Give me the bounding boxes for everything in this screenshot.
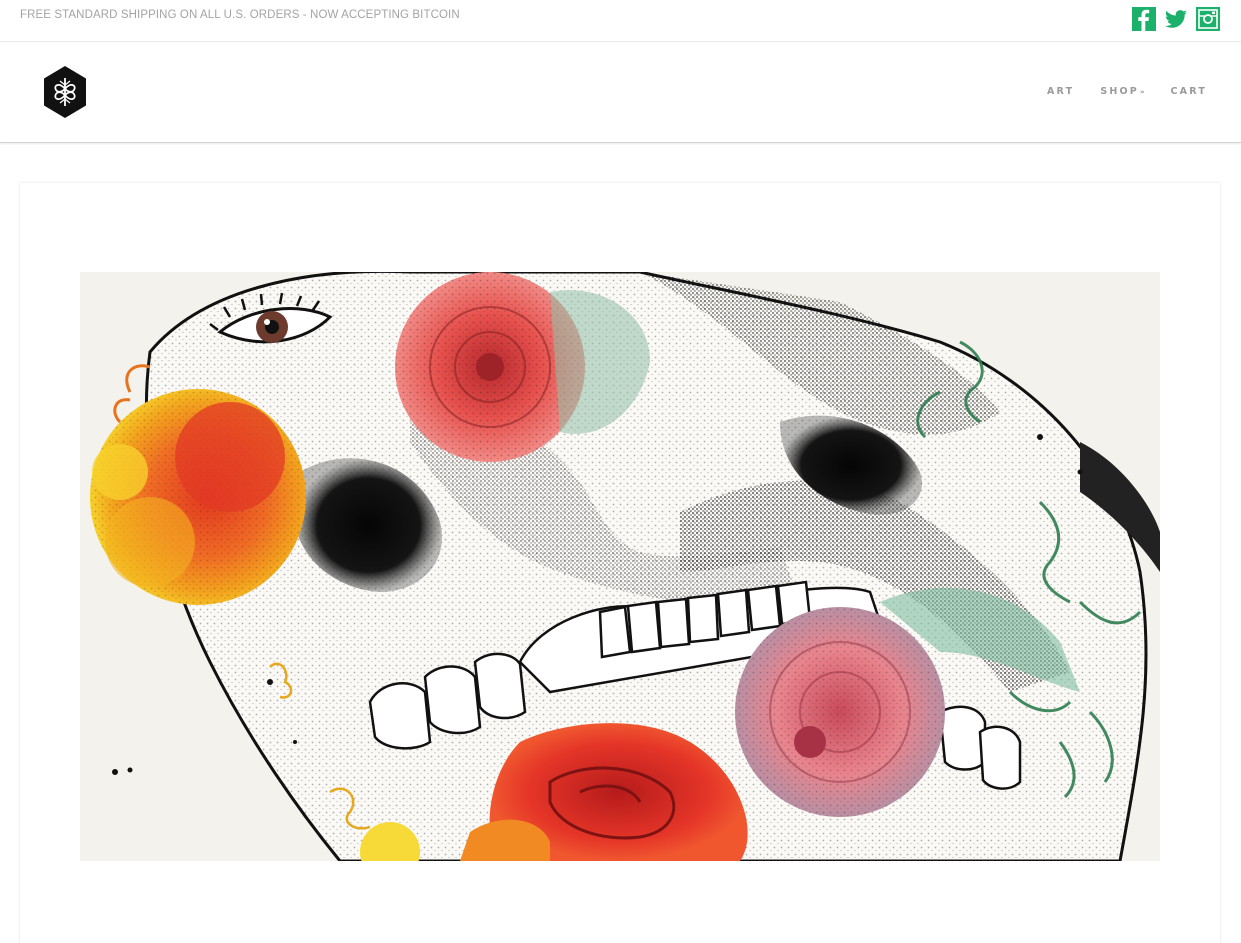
nav-item-shop[interactable]: SHOP» [1100, 86, 1144, 97]
facebook-link[interactable] [1132, 7, 1156, 32]
announcement-text: FREE STANDARD SHIPPING ON ALL U.S. ORDER… [20, 9, 460, 21]
facebook-icon [1132, 7, 1156, 32]
twitter-icon [1165, 10, 1187, 28]
nav-item-shop-label: SHOP [1100, 86, 1139, 97]
chevron-down-icon: » [1139, 88, 1145, 96]
social-links [1132, 7, 1220, 32]
skull-with-flowers-artwork [80, 272, 1160, 861]
nav-item-cart[interactable]: CART [1171, 86, 1208, 97]
instagram-icon [1196, 7, 1220, 31]
hero-artwork-image[interactable] [80, 272, 1160, 861]
twitter-link[interactable] [1164, 7, 1188, 31]
site-header: ART SHOP» CART [0, 42, 1241, 143]
hexagon-logo-icon [44, 66, 86, 118]
announcement-bar: FREE STANDARD SHIPPING ON ALL U.S. ORDER… [0, 0, 1241, 42]
main-nav: ART SHOP» CART [1047, 86, 1207, 97]
nav-item-art[interactable]: ART [1047, 86, 1074, 97]
instagram-link[interactable] [1196, 7, 1220, 31]
